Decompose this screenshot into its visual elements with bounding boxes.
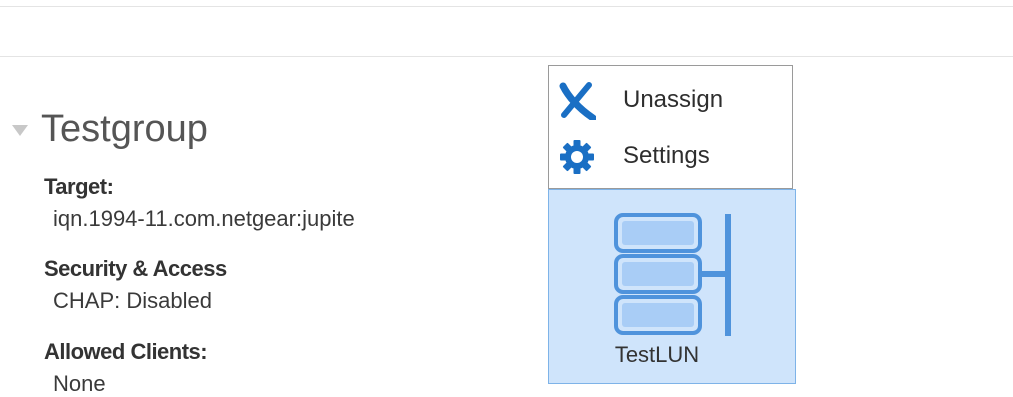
- settings-label: Settings: [623, 142, 710, 169]
- unassign-label: Unassign: [623, 86, 724, 113]
- target-section: Target: iqn.1994-11.com.netgear:jupite: [44, 174, 355, 232]
- group-title: Testgroup: [41, 108, 208, 150]
- allowed-clients-label: Allowed Clients:: [44, 339, 208, 364]
- collapse-triangle-icon[interactable]: [12, 124, 28, 136]
- lun-name: TestLUN: [614, 342, 700, 367]
- security-label: Security & Access: [44, 256, 227, 281]
- lun-tile[interactable]: TestLUN: [548, 189, 796, 384]
- context-menu: Unassign Settings: [548, 65, 793, 189]
- settings-menu-item[interactable]: Settings: [549, 134, 792, 178]
- divider-middle: [0, 56, 1013, 57]
- security-value: CHAP: Disabled: [53, 288, 212, 313]
- gear-icon: [560, 140, 594, 174]
- group-header-toggle[interactable]: Testgroup: [12, 104, 208, 154]
- unassign-menu-item[interactable]: Unassign: [549, 78, 792, 122]
- target-value: iqn.1994-11.com.netgear:jupite: [53, 206, 355, 231]
- allowed-clients-section: Allowed Clients: None: [44, 339, 208, 397]
- lun-storage-icon: [614, 213, 731, 336]
- unassign-x-icon: [559, 82, 596, 120]
- security-section: Security & Access CHAP: Disabled: [44, 256, 227, 314]
- page: Testgroup Target: iqn.1994-11.com.netgea…: [0, 0, 1013, 397]
- allowed-clients-value: None: [53, 371, 106, 396]
- target-label: Target:: [44, 174, 114, 199]
- divider-top: [0, 6, 1013, 7]
